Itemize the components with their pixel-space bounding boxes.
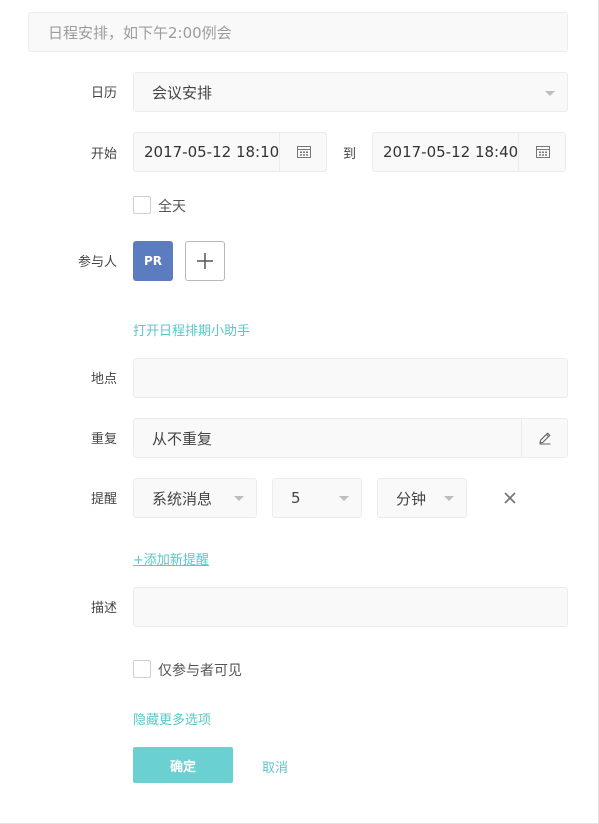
confirm-button[interactable]: 确定 [133, 747, 233, 783]
end-calendar-button[interactable] [518, 133, 566, 171]
calendar-icon [535, 146, 550, 158]
reminder-unit-value: 分钟 [396, 489, 427, 508]
reminder-type-select[interactable]: 系统消息 [133, 478, 257, 518]
add-reminder-link[interactable]: +添加新提醒 [133, 549, 209, 568]
start-calendar-button[interactable] [279, 133, 327, 171]
dialog-frame [0, 0, 599, 824]
schedule-assistant-link[interactable]: 打开日程排期小助手 [133, 320, 250, 339]
close-icon [504, 492, 516, 504]
start-datetime-input[interactable]: 2017-05-12 18:10 [133, 132, 327, 172]
chevron-down-icon [234, 496, 244, 501]
visibility-checkbox[interactable] [133, 660, 151, 678]
reminder-label: 提醒 [90, 492, 117, 507]
date-range-separator: 到 [343, 147, 357, 162]
all-day-checkbox[interactable] [133, 196, 151, 214]
end-datetime-value: 2017-05-12 18:40 [383, 143, 519, 161]
add-participant-button[interactable] [185, 241, 225, 281]
calendar-label: 日历 [90, 86, 117, 101]
reminder-amount-value: 5 [291, 489, 301, 507]
title-input[interactable]: 日程安排，如下午2:00例会 [28, 12, 568, 52]
chevron-down-icon [444, 496, 454, 501]
description-input[interactable] [133, 587, 568, 627]
end-datetime-input[interactable]: 2017-05-12 18:40 [372, 132, 566, 172]
location-input[interactable] [133, 358, 568, 398]
start-label: 开始 [90, 147, 117, 162]
avatar-initials: PR [143, 254, 163, 268]
participants-label: 参与人 [77, 255, 117, 270]
confirm-label: 确定 [169, 759, 196, 775]
all-day-label: 全天 [158, 199, 186, 215]
reminder-unit-select[interactable]: 分钟 [377, 478, 467, 518]
repeat-field[interactable]: 从不重复 [133, 418, 568, 458]
pencil-icon [539, 432, 551, 445]
reminder-type-value: 系统消息 [152, 489, 213, 508]
calendar-value: 会议安排 [152, 83, 213, 102]
avatar[interactable]: PR [133, 241, 173, 281]
start-datetime-value: 2017-05-12 18:10 [144, 143, 280, 161]
remove-reminder-button[interactable] [502, 490, 518, 506]
title-placeholder: 日程安排，如下午2:00例会 [48, 23, 232, 42]
chevron-down-icon [545, 91, 555, 96]
reminder-amount-select[interactable]: 5 [272, 478, 362, 518]
edit-repeat-button[interactable] [521, 419, 568, 457]
description-label: 描述 [90, 601, 117, 616]
location-label: 地点 [90, 372, 117, 387]
plus-icon [197, 253, 213, 269]
repeat-label: 重复 [90, 432, 117, 447]
calendar-select[interactable]: 会议安排 [133, 72, 568, 112]
hide-more-options-link[interactable]: 隐藏更多选项 [133, 709, 211, 728]
chevron-down-icon [339, 496, 349, 501]
visibility-label: 仅参与者可见 [158, 663, 242, 679]
repeat-value: 从不重复 [152, 429, 213, 448]
calendar-icon [296, 146, 311, 158]
cancel-button[interactable]: 取消 [262, 757, 288, 776]
